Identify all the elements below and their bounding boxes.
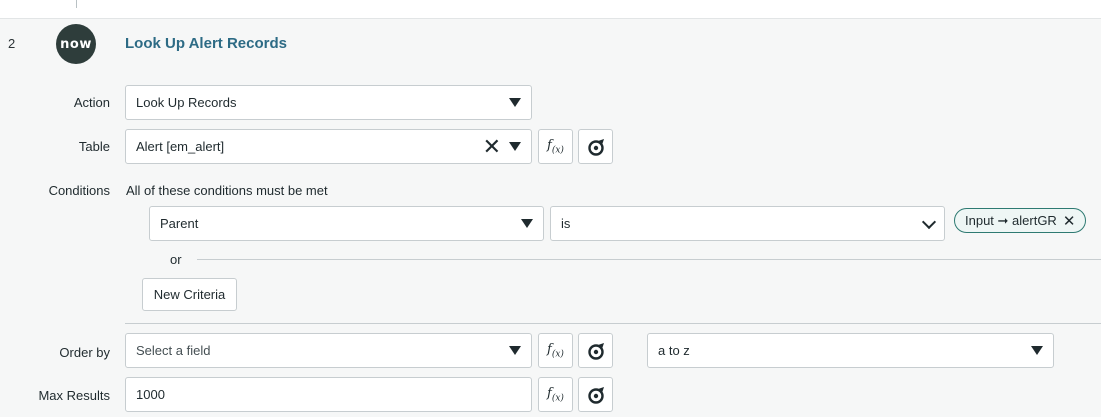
action-select[interactable]: Look Up Records bbox=[125, 85, 532, 120]
table-label: Table bbox=[78, 139, 110, 154]
caret-down-icon bbox=[509, 98, 521, 107]
caret-down-icon bbox=[509, 142, 521, 151]
servicenow-logo-icon: now bbox=[56, 24, 96, 64]
condition-operator-value: is bbox=[561, 216, 571, 231]
caret-down-icon bbox=[521, 219, 533, 228]
section-divider bbox=[125, 323, 1101, 324]
table-select[interactable]: Alert [em_alert] ✕ bbox=[125, 129, 532, 164]
function-icon: f(x) bbox=[547, 341, 564, 360]
step-connector-line bbox=[76, 0, 77, 8]
step-title[interactable]: Look Up Alert Records bbox=[125, 35, 287, 52]
action-label: Action bbox=[73, 95, 110, 110]
function-icon: f(x) bbox=[547, 137, 564, 156]
data-pill-picker-icon bbox=[587, 342, 604, 360]
chevron-down-icon bbox=[921, 214, 937, 229]
max-results-data-pill-button[interactable] bbox=[578, 377, 613, 412]
caret-down-icon bbox=[1031, 346, 1043, 355]
max-results-function-button[interactable]: f(x) bbox=[538, 377, 573, 412]
table-function-button[interactable]: f(x) bbox=[538, 129, 573, 164]
order-by-field-select[interactable]: Select a field bbox=[125, 333, 532, 368]
remove-pill-icon[interactable]: ✕ bbox=[1063, 212, 1076, 230]
data-pill-picker-icon bbox=[587, 386, 604, 404]
function-icon: f(x) bbox=[547, 385, 564, 404]
conditions-label: Conditions bbox=[48, 183, 110, 198]
new-criteria-button[interactable]: New Criteria bbox=[142, 278, 237, 311]
order-direction-select[interactable]: a to z bbox=[647, 333, 1054, 368]
max-results-value: 1000 bbox=[136, 387, 165, 402]
table-value: Alert [em_alert] bbox=[136, 139, 225, 154]
data-pill-picker-icon bbox=[587, 138, 604, 156]
conditions-heading: All of these conditions must be met bbox=[126, 183, 328, 198]
pill-label: Input ➞ alertGR bbox=[965, 212, 1057, 228]
condition-field-select[interactable]: Parent bbox=[149, 206, 544, 241]
order-by-placeholder: Select a field bbox=[136, 343, 211, 358]
step-number: 2 bbox=[8, 36, 16, 51]
or-divider bbox=[197, 259, 1101, 260]
table-data-pill-button[interactable] bbox=[578, 129, 613, 164]
caret-down-icon bbox=[509, 346, 521, 355]
condition-field-value: Parent bbox=[160, 216, 199, 231]
order-by-function-button[interactable]: f(x) bbox=[538, 333, 573, 368]
order-by-data-pill-button[interactable] bbox=[578, 333, 613, 368]
order-direction-value: a to z bbox=[658, 343, 690, 358]
max-results-label: Max Results bbox=[38, 388, 110, 403]
previous-step-band bbox=[0, 0, 1101, 19]
action-value: Look Up Records bbox=[136, 95, 237, 110]
max-results-input[interactable]: 1000 bbox=[125, 377, 532, 412]
clear-icon[interactable]: ✕ bbox=[483, 135, 501, 158]
order-by-label: Order by bbox=[59, 345, 110, 360]
condition-value-pill[interactable]: Input ➞ alertGR ✕ bbox=[954, 208, 1087, 233]
or-label: or bbox=[170, 252, 182, 267]
condition-operator-select[interactable]: is bbox=[550, 206, 945, 241]
